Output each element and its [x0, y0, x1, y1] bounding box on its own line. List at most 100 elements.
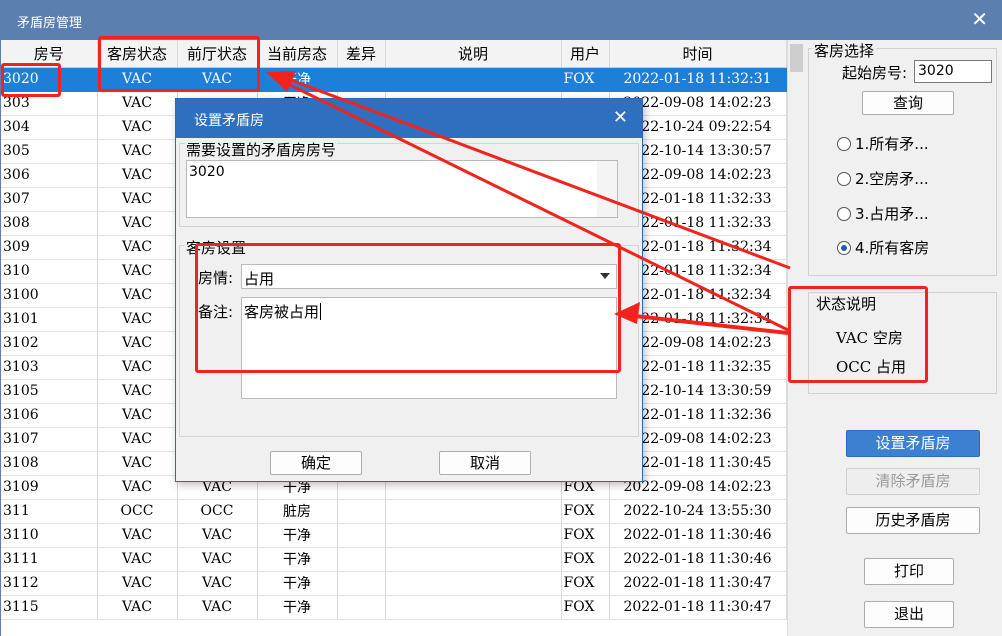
table-cell: VAC: [97, 379, 178, 404]
textarea-scrollbar[interactable]: [597, 161, 617, 217]
table-cell: 3107: [1, 427, 98, 452]
table-cell: 2022-01-18 11:30:46: [609, 523, 787, 548]
table-cell: 干净: [257, 523, 338, 548]
exit-button[interactable]: 退出: [864, 601, 954, 628]
dialog-ok-button[interactable]: 确定: [270, 451, 362, 475]
table-cell: VAC: [97, 547, 178, 572]
room-number-textarea[interactable]: 3020: [186, 160, 618, 218]
print-button[interactable]: 打印: [864, 558, 954, 585]
radio-circle-icon: [837, 137, 851, 151]
table-cell: VAC: [97, 355, 178, 380]
radio-occupied-conflicts[interactable]: 3.占用矛...: [837, 203, 929, 224]
radio-checked-icon: [837, 241, 851, 255]
radio-label: 2.空房矛...: [855, 170, 929, 188]
table-cell: 脏房: [257, 499, 338, 524]
table-row[interactable]: 311 OCC OCC 脏房 FOX 2022-10-24 13:55:30: [1, 499, 787, 524]
dialog-titlebar: 设置矛盾房 ✕: [176, 99, 642, 138]
table-cell: [385, 523, 562, 548]
table-cell: VAC: [177, 595, 258, 620]
table-cell: 3115: [1, 595, 98, 620]
table-cell: VAC: [97, 259, 178, 284]
table-cell: VAC: [97, 523, 178, 548]
radio-all-rooms[interactable]: 4.所有客房: [837, 237, 929, 258]
clear-conflict-room-button[interactable]: 清除矛盾房: [846, 468, 980, 495]
table-cell: VAC: [97, 91, 178, 116]
table-cell: [337, 571, 386, 596]
table-row[interactable]: 3112 VAC VAC 干净 FOX 2022-01-18 11:30:47: [1, 571, 787, 596]
column-header[interactable]: 时间: [609, 40, 787, 68]
table-cell: 307: [1, 187, 98, 212]
table-cell: VAC: [177, 523, 258, 548]
table-cell: VAC: [97, 115, 178, 140]
table-cell: 3111: [1, 547, 98, 572]
table-row[interactable]: 3110 VAC VAC 干净 FOX 2022-01-18 11:30:46: [1, 523, 787, 548]
table-cell: 309: [1, 235, 98, 260]
table-cell: VAC: [97, 307, 178, 332]
table-cell: 306: [1, 163, 98, 188]
radio-vacant-conflicts[interactable]: 2.空房矛...: [837, 168, 929, 189]
table-cell: 3109: [1, 475, 98, 500]
table-cell: 2022-01-18 11:32:31: [609, 67, 787, 92]
table-cell: 305: [1, 139, 98, 164]
column-header[interactable]: 用户: [561, 40, 610, 68]
table-cell: FOX: [561, 523, 610, 548]
scrollbar-thumb[interactable]: [790, 44, 803, 72]
table-cell: [385, 571, 562, 596]
table-cell: 3108: [1, 451, 98, 476]
table-cell: 干净: [257, 67, 338, 92]
room-section-label: 需要设置的矛盾房房号: [185, 139, 338, 160]
annotation-box-status-columns: [98, 36, 260, 92]
table-cell: VAC: [97, 283, 178, 308]
radio-all-conflicts[interactable]: 1.所有矛...: [837, 133, 929, 154]
radio-label: 3.占用矛...: [855, 205, 929, 223]
table-cell: [337, 547, 386, 572]
window-title: 矛盾房管理: [17, 16, 83, 31]
annotation-box-room-number: [1, 63, 61, 97]
column-header[interactable]: 说明: [385, 40, 562, 68]
radio-label: 4.所有客房: [855, 239, 930, 257]
table-row[interactable]: 3111 VAC VAC 干净 FOX 2022-01-18 11:30:46: [1, 547, 787, 572]
table-cell: [337, 499, 386, 524]
table-cell: [385, 67, 562, 92]
dialog-title: 设置矛盾房: [194, 113, 264, 129]
table-cell: VAC: [97, 427, 178, 452]
table-cell: 2022-01-18 11:30:46: [609, 547, 787, 572]
table-cell: VAC: [97, 235, 178, 260]
table-cell: VAC: [97, 211, 178, 236]
table-cell: 3101: [1, 307, 98, 332]
table-cell: OCC: [97, 499, 178, 524]
history-conflict-room-button[interactable]: 历史矛盾房: [846, 507, 980, 534]
table-cell: FOX: [561, 67, 610, 92]
table-cell: FOX: [561, 595, 610, 620]
table-cell: [337, 523, 386, 548]
table-cell: 3100: [1, 283, 98, 308]
table-cell: VAC: [97, 331, 178, 356]
table-row[interactable]: 3115 VAC VAC 干净 FOX 2022-01-18 11:30:47: [1, 595, 787, 620]
dialog-close-icon[interactable]: ✕: [613, 107, 628, 128]
table-cell: 2022-10-24 13:55:30: [609, 499, 787, 524]
radio-circle-icon: [837, 172, 851, 186]
window-close-icon[interactable]: ✕: [971, 8, 988, 30]
dialog-cancel-button[interactable]: 取消: [439, 451, 531, 475]
table-cell: 干净: [257, 547, 338, 572]
table-cell: 干净: [257, 595, 338, 620]
table-cell: [337, 67, 386, 92]
column-header[interactable]: 差异: [337, 40, 386, 68]
table-cell: FOX: [561, 571, 610, 596]
column-header[interactable]: 当前房态: [257, 40, 338, 68]
annotation-box-room-settings: [195, 243, 621, 373]
table-cell: 2022-01-18 11:30:47: [609, 595, 787, 620]
table-cell: 308: [1, 211, 98, 236]
table-cell: VAC: [97, 403, 178, 428]
table-cell: OCC: [177, 499, 258, 524]
table-cell: 3106: [1, 403, 98, 428]
table-cell: FOX: [561, 499, 610, 524]
start-room-input[interactable]: 3020: [914, 60, 992, 83]
table-cell: 3105: [1, 379, 98, 404]
table-cell: VAC: [97, 451, 178, 476]
table-cell: VAC: [177, 571, 258, 596]
table-cell: [385, 499, 562, 524]
query-button[interactable]: 查询: [862, 91, 954, 115]
set-conflict-room-button[interactable]: 设置矛盾房: [846, 430, 980, 457]
table-cell: 3103: [1, 355, 98, 380]
